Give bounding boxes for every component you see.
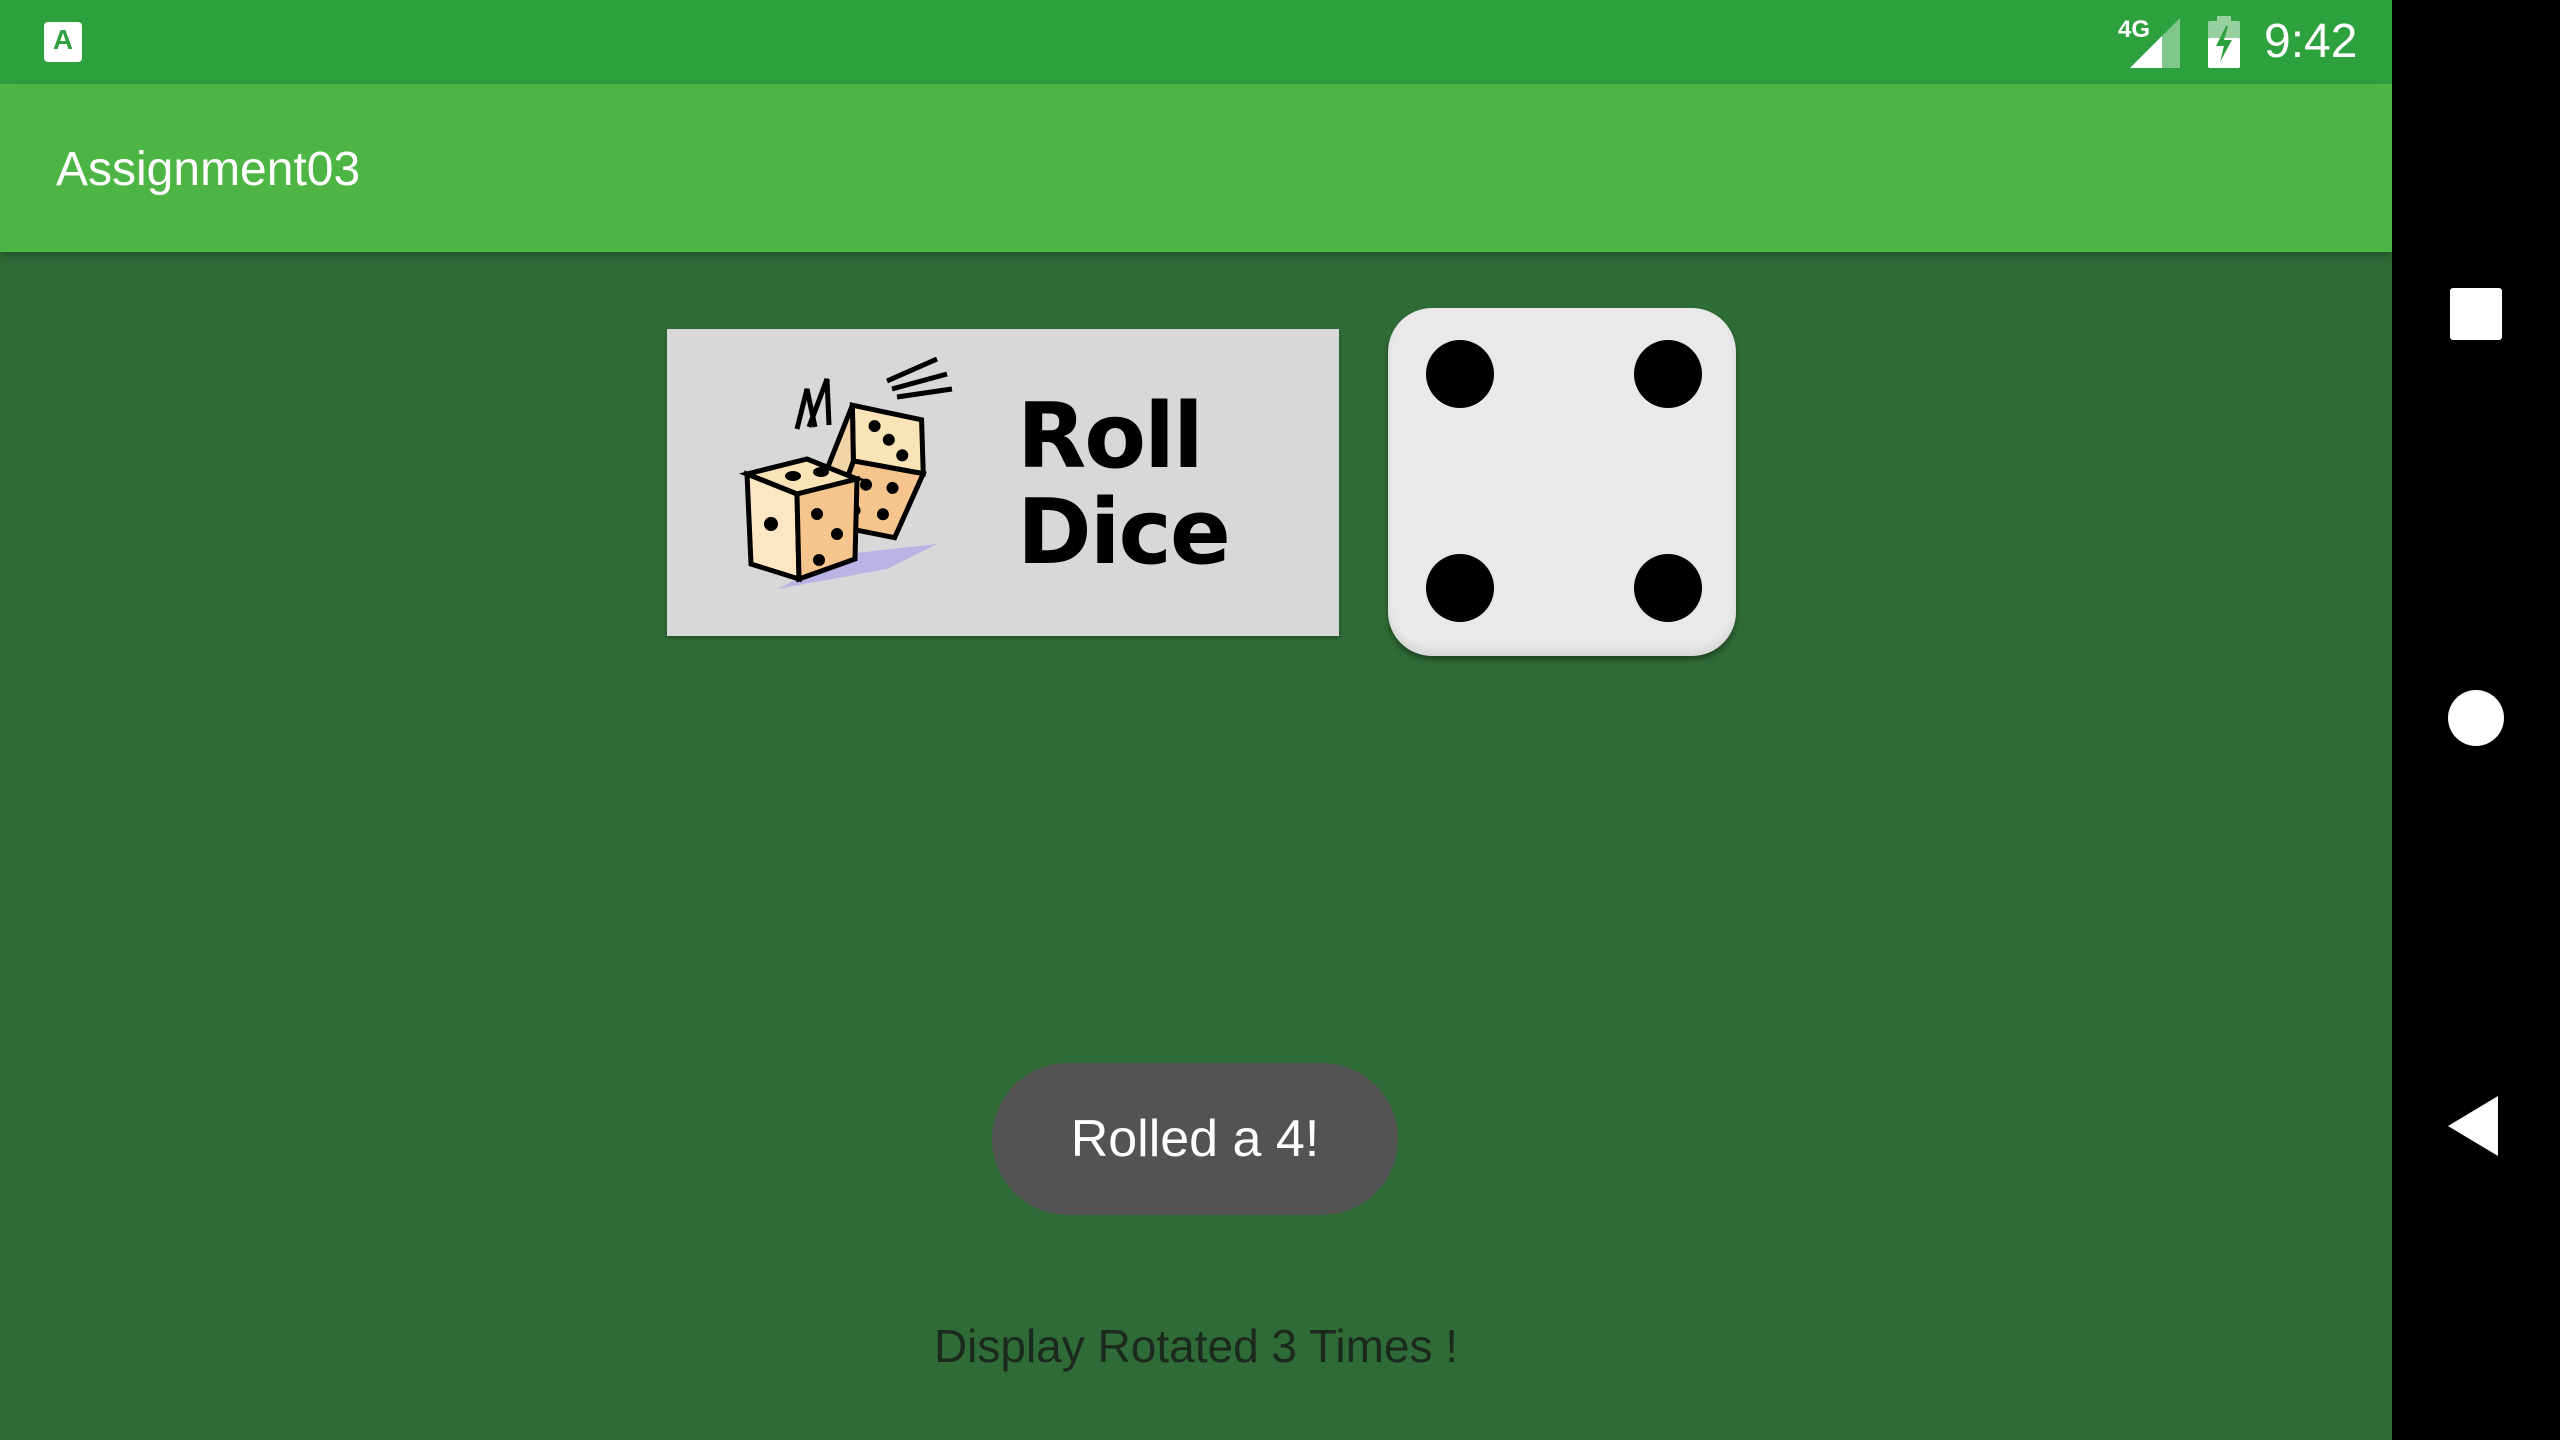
die-pip	[1634, 554, 1702, 622]
app-notification-icon: A	[44, 22, 82, 62]
signal-icon	[2130, 18, 2180, 68]
recents-button[interactable]	[2426, 264, 2526, 364]
status-clock: 9:42	[2264, 15, 2358, 68]
rotation-count-text: Display Rotated 3 Times !	[933, 1320, 1459, 1372]
die-pip	[1426, 340, 1494, 408]
app-screen: A 4G 9:42 Assignment03 Roll Dice Rolled …	[0, 0, 2392, 1440]
app-title: Assignment03	[56, 143, 361, 196]
back-button[interactable]	[2426, 1076, 2526, 1176]
navigation-bar	[2392, 0, 2560, 1440]
home-icon	[2448, 690, 2504, 746]
die-pip	[1426, 554, 1494, 622]
recents-icon	[2450, 288, 2502, 340]
toast-message: Rolled a 4!	[992, 1063, 1398, 1215]
home-button[interactable]	[2426, 668, 2526, 768]
toast-text: Rolled a 4!	[1070, 1110, 1320, 1168]
app-toolbar: Assignment03	[0, 84, 2392, 252]
status-bar: A 4G 9:42	[0, 0, 2392, 84]
back-icon	[2448, 1096, 2498, 1156]
roll-dice-label: Roll Dice	[1017, 384, 1231, 585]
die-pip	[1634, 340, 1702, 408]
roll-dice-button[interactable]: Roll Dice	[667, 329, 1339, 636]
rolling-dice-icon	[738, 356, 953, 589]
battery-icon	[2208, 16, 2240, 68]
die-face-four	[1388, 308, 1736, 656]
